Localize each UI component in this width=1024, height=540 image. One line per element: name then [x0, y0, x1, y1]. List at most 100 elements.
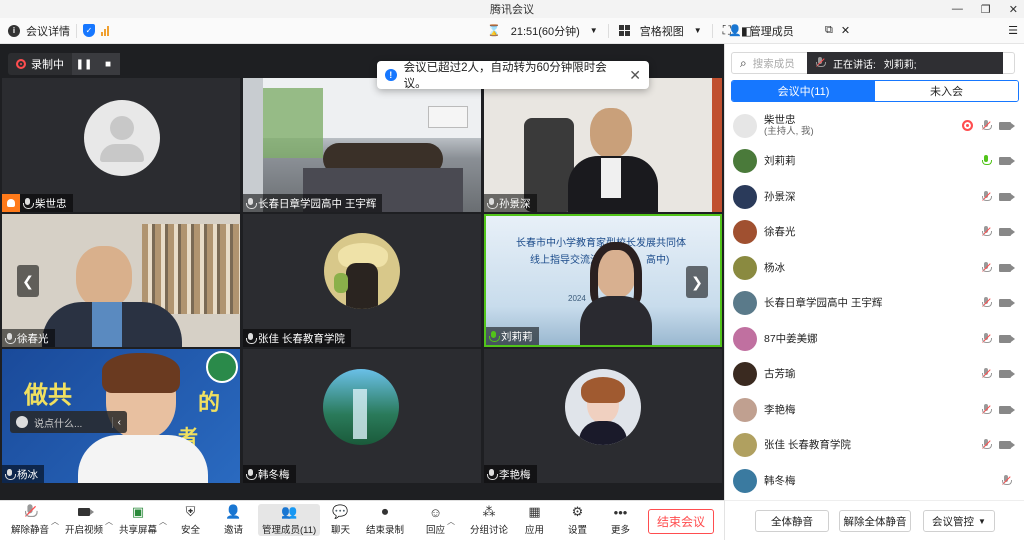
- quick-chat-input[interactable]: 说点什么... ‹: [10, 411, 127, 433]
- close-icon[interactable]: ✕: [1009, 3, 1018, 16]
- camera-off-icon[interactable]: [999, 405, 1015, 414]
- menu-icon[interactable]: ☰: [1008, 24, 1018, 37]
- emoji-icon[interactable]: [16, 416, 28, 428]
- member-row[interactable]: 古芳瑜: [725, 357, 1024, 393]
- chat-button[interactable]: 💬 聊天: [331, 504, 350, 536]
- signal-icon[interactable]: [101, 25, 109, 36]
- member-row[interactable]: 徐春光: [725, 215, 1024, 251]
- pause-recording-button[interactable]: ❚❚: [72, 53, 96, 75]
- settings-button[interactable]: ⚙ 设置: [568, 504, 587, 536]
- avatar: [733, 184, 757, 209]
- minimize-icon[interactable]: —: [952, 3, 963, 15]
- chevron-left-icon[interactable]: ‹: [111, 416, 121, 428]
- close-icon[interactable]: ✕: [629, 67, 641, 84]
- video-tile[interactable]: 柴世忠: [2, 78, 240, 212]
- camera-off-icon[interactable]: [999, 192, 1015, 201]
- chevron-down-icon[interactable]: ▼: [590, 26, 598, 35]
- camera-off-icon[interactable]: [999, 441, 1015, 450]
- mic-muted-icon[interactable]: [981, 439, 992, 451]
- popout-icon[interactable]: ⧉: [825, 24, 833, 37]
- video-tile[interactable]: 张佳 长春教育学院: [243, 214, 481, 347]
- chevron-up-icon[interactable]: ︿: [159, 516, 167, 527]
- camera-off-icon[interactable]: [999, 228, 1015, 237]
- shield-icon[interactable]: ✓: [83, 24, 95, 37]
- tab-not-joined[interactable]: 未入会: [875, 81, 1018, 101]
- tile-label: 徐春光: [2, 329, 55, 347]
- chat-placeholder: 说点什么...: [34, 418, 83, 430]
- mic-muted-icon[interactable]: [981, 119, 992, 132]
- member-row[interactable]: 杨冰: [725, 250, 1024, 286]
- avatar: [324, 233, 400, 309]
- member-row[interactable]: 张佳 长春教育学院: [725, 428, 1024, 464]
- video-tile[interactable]: 长春市中小学教育家型校长发展共同体 线上指导交流活 高中) 2024 ❯ 刘莉莉: [484, 214, 722, 347]
- stop-record-button[interactable]: ⏺ 结束录制: [366, 504, 404, 536]
- mic-muted-icon[interactable]: [981, 332, 992, 345]
- view-mode-button[interactable]: 宫格视图: [640, 23, 684, 39]
- mic-muted-icon[interactable]: [981, 368, 992, 380]
- chevron-down-icon[interactable]: ▼: [694, 26, 702, 35]
- toolbar-label: 应用: [525, 525, 545, 536]
- mic-muted-icon[interactable]: [1001, 474, 1012, 487]
- apps-button[interactable]: ▦ 应用: [525, 504, 544, 536]
- member-row[interactable]: 长春日章学园高中 王宇辉: [725, 286, 1024, 322]
- camera-off-icon[interactable]: [999, 299, 1015, 308]
- mute-all-button[interactable]: 全体静音: [755, 510, 829, 532]
- video-tile[interactable]: 李艳梅: [484, 349, 722, 483]
- camera-off-icon[interactable]: [999, 157, 1015, 166]
- member-row[interactable]: 87中姜美娜: [725, 321, 1024, 357]
- member-row[interactable]: 韩冬梅: [725, 463, 1024, 499]
- chevron-up-icon[interactable]: ︿: [105, 516, 113, 527]
- reaction-button[interactable]: ☺ 回应 ︿: [426, 504, 455, 537]
- manage-members-button[interactable]: 👥 管理成员(11): [258, 504, 321, 536]
- stop-recording-button[interactable]: ■: [96, 53, 120, 75]
- mic-muted-icon: [21, 504, 39, 520]
- camera-off-icon[interactable]: [999, 121, 1015, 130]
- video-tile[interactable]: 长春日章学园高中 王宇辉: [243, 78, 481, 212]
- meeting-details-button[interactable]: 会议详情: [26, 23, 70, 39]
- share-screen-button[interactable]: ▣ 共享屏幕 ︿: [119, 504, 167, 536]
- avatar: [733, 113, 757, 138]
- unmute-all-button[interactable]: 解除全体静音: [839, 510, 911, 532]
- chevron-up-icon[interactable]: ︿: [51, 516, 59, 527]
- previous-page-button[interactable]: ❮: [17, 265, 39, 297]
- start-video-button[interactable]: 开启视频 ︿: [65, 504, 113, 536]
- banner-text: 做共: [24, 382, 72, 409]
- restore-icon[interactable]: ❐: [981, 3, 991, 16]
- breakout-button[interactable]: ⁂ 分组讨论: [470, 504, 508, 536]
- unmute-button[interactable]: 解除静音 ︿: [11, 504, 59, 536]
- mic-muted-icon[interactable]: [981, 261, 992, 274]
- camera-off-icon[interactable]: [999, 370, 1015, 379]
- mic-active-icon[interactable]: [981, 155, 992, 167]
- mic-muted-icon[interactable]: [981, 190, 992, 203]
- member-panel: ⌕ 搜索成员 正在讲话: 刘莉莉; 会议中(11) 未入会 柴世忠 (主持人, 我…: [724, 44, 1024, 540]
- notification-toast: ! 会议已超过2人，自动转为60分钟限时会议。 ✕: [377, 61, 649, 90]
- chevron-up-icon[interactable]: ︿: [447, 516, 455, 527]
- member-row[interactable]: 孙景深: [725, 179, 1024, 215]
- mic-muted-icon[interactable]: [981, 297, 992, 309]
- more-button[interactable]: ••• 更多: [611, 504, 630, 537]
- mic-muted-icon[interactable]: [981, 403, 992, 416]
- recording-icon: [962, 120, 973, 132]
- member-row[interactable]: 柴世忠 (主持人, 我): [725, 108, 1024, 144]
- meeting-timer[interactable]: 21:51(60分钟): [511, 23, 580, 39]
- member-row[interactable]: 李艳梅: [725, 392, 1024, 428]
- recording-label: 录制中: [31, 59, 64, 71]
- close-panel-icon[interactable]: ✕: [841, 24, 850, 37]
- meeting-control-button[interactable]: 会议管控 ▼: [923, 510, 995, 532]
- next-page-button[interactable]: ❯: [686, 266, 708, 298]
- camera-off-icon[interactable]: [999, 263, 1015, 272]
- member-row[interactable]: 刘莉莉: [725, 144, 1024, 180]
- video-tile[interactable]: 孙景深: [484, 78, 722, 212]
- grid-view-icon: [618, 25, 630, 36]
- invite-button[interactable]: 👤 邀请: [224, 504, 243, 536]
- camera-off-icon[interactable]: [999, 334, 1015, 343]
- mic-active-icon: [489, 330, 500, 342]
- participant-name: 刘莉莉: [501, 330, 533, 343]
- security-button[interactable]: ⛨ 安全: [181, 504, 200, 536]
- mic-muted-icon[interactable]: [981, 226, 992, 238]
- toolbar-label: 分组讨论: [470, 525, 509, 536]
- end-meeting-button[interactable]: 结束会议: [648, 509, 714, 534]
- participant-name: 杨冰: [17, 468, 38, 481]
- video-tile[interactable]: 韩冬梅: [243, 349, 481, 483]
- tab-in-meeting[interactable]: 会议中(11): [732, 81, 875, 101]
